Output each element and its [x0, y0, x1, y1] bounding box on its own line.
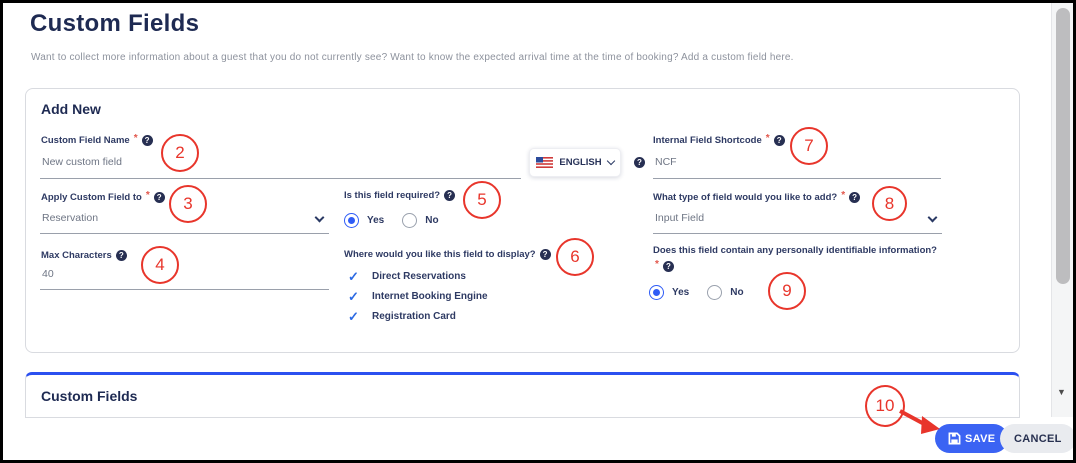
custom-fields-heading: Custom Fields	[41, 388, 137, 404]
add-new-heading: Add New	[41, 101, 101, 117]
display-locations-label: Where would you like this field to displ…	[344, 249, 551, 260]
yes-radio[interactable]	[344, 213, 359, 228]
annotation-marker-5: 5	[463, 181, 501, 219]
required-asterisk: *	[146, 190, 150, 201]
help-icon[interactable]: ?	[142, 135, 153, 146]
scrollbar-thumb[interactable]	[1056, 8, 1070, 284]
display-option-direct-reservations[interactable]: ✓ Direct Reservations	[348, 270, 488, 283]
apply-to-label: Apply Custom Field to * ?	[41, 192, 165, 203]
display-locations-list: ✓ Direct Reservations ✓ Internet Booking…	[348, 270, 488, 323]
is-required-radios: Yes No	[344, 213, 439, 228]
us-flag-icon	[536, 157, 553, 168]
display-option-registration-card[interactable]: ✓ Registration Card	[348, 310, 488, 323]
pii-radios: Yes No	[649, 285, 744, 300]
max-characters-input[interactable]: 40	[40, 259, 329, 290]
chevron-down-icon	[606, 157, 614, 165]
annotation-marker-7: 7	[790, 127, 828, 165]
custom-field-name-input[interactable]: New custom field	[40, 147, 521, 179]
annotation-marker-4: 4	[141, 246, 179, 284]
check-icon: ✓	[348, 309, 372, 325]
required-asterisk: *	[841, 190, 845, 201]
chevron-down-icon	[315, 213, 325, 223]
check-icon: ✓	[348, 269, 372, 285]
help-icon[interactable]: ?	[634, 157, 645, 168]
chevron-down-icon	[928, 213, 938, 223]
help-icon[interactable]: ?	[444, 190, 455, 201]
field-type-label: What type of field would you like to add…	[653, 192, 860, 203]
no-radio[interactable]	[402, 213, 417, 228]
custom-fields-page: Custom Fields Want to collect more infor…	[0, 0, 1076, 463]
display-option-internet-booking-engine[interactable]: ✓ Internet Booking Engine	[348, 290, 488, 303]
no-radio[interactable]	[707, 285, 722, 300]
required-asterisk: *	[655, 259, 659, 270]
help-icon[interactable]: ?	[154, 192, 165, 203]
help-icon[interactable]: ?	[849, 192, 860, 203]
custom-field-name-label: Custom Field Name * ?	[41, 135, 153, 146]
annotation-arrow-icon	[896, 407, 942, 437]
pii-required-row: * ?	[655, 261, 674, 272]
annotation-marker-8: 8	[872, 186, 907, 221]
page-title: Custom Fields	[30, 10, 199, 38]
annotation-marker-9: 9	[768, 272, 806, 310]
help-icon[interactable]: ?	[540, 249, 551, 260]
yes-radio[interactable]	[649, 285, 664, 300]
internal-shortcode-label: Internal Field Shortcode * ?	[653, 135, 785, 146]
pii-label: Does this field contain any personally i…	[653, 245, 937, 256]
help-icon[interactable]: ?	[774, 135, 785, 146]
required-asterisk: *	[766, 133, 770, 144]
is-required-label: Is this field required? ?	[344, 190, 455, 201]
required-asterisk: *	[134, 133, 138, 144]
annotation-marker-3: 3	[169, 185, 207, 223]
language-selector[interactable]: ENGLISH	[529, 148, 621, 177]
annotation-marker-2: 2	[161, 134, 199, 172]
add-new-card: Add New Custom Field Name * ? New custom…	[25, 88, 1020, 353]
annotation-marker-6: 6	[556, 238, 594, 276]
scroll-down-arrow-icon[interactable]: ▼	[1057, 387, 1066, 397]
cancel-button[interactable]: CANCEL	[1000, 424, 1076, 453]
save-disk-icon	[948, 432, 961, 445]
vertical-scrollbar[interactable]: ▼	[1051, 3, 1073, 417]
check-icon: ✓	[348, 289, 372, 305]
save-button[interactable]: SAVE	[935, 424, 1008, 453]
page-subtitle: Want to collect more information about a…	[31, 52, 794, 63]
help-icon[interactable]: ?	[663, 261, 674, 272]
